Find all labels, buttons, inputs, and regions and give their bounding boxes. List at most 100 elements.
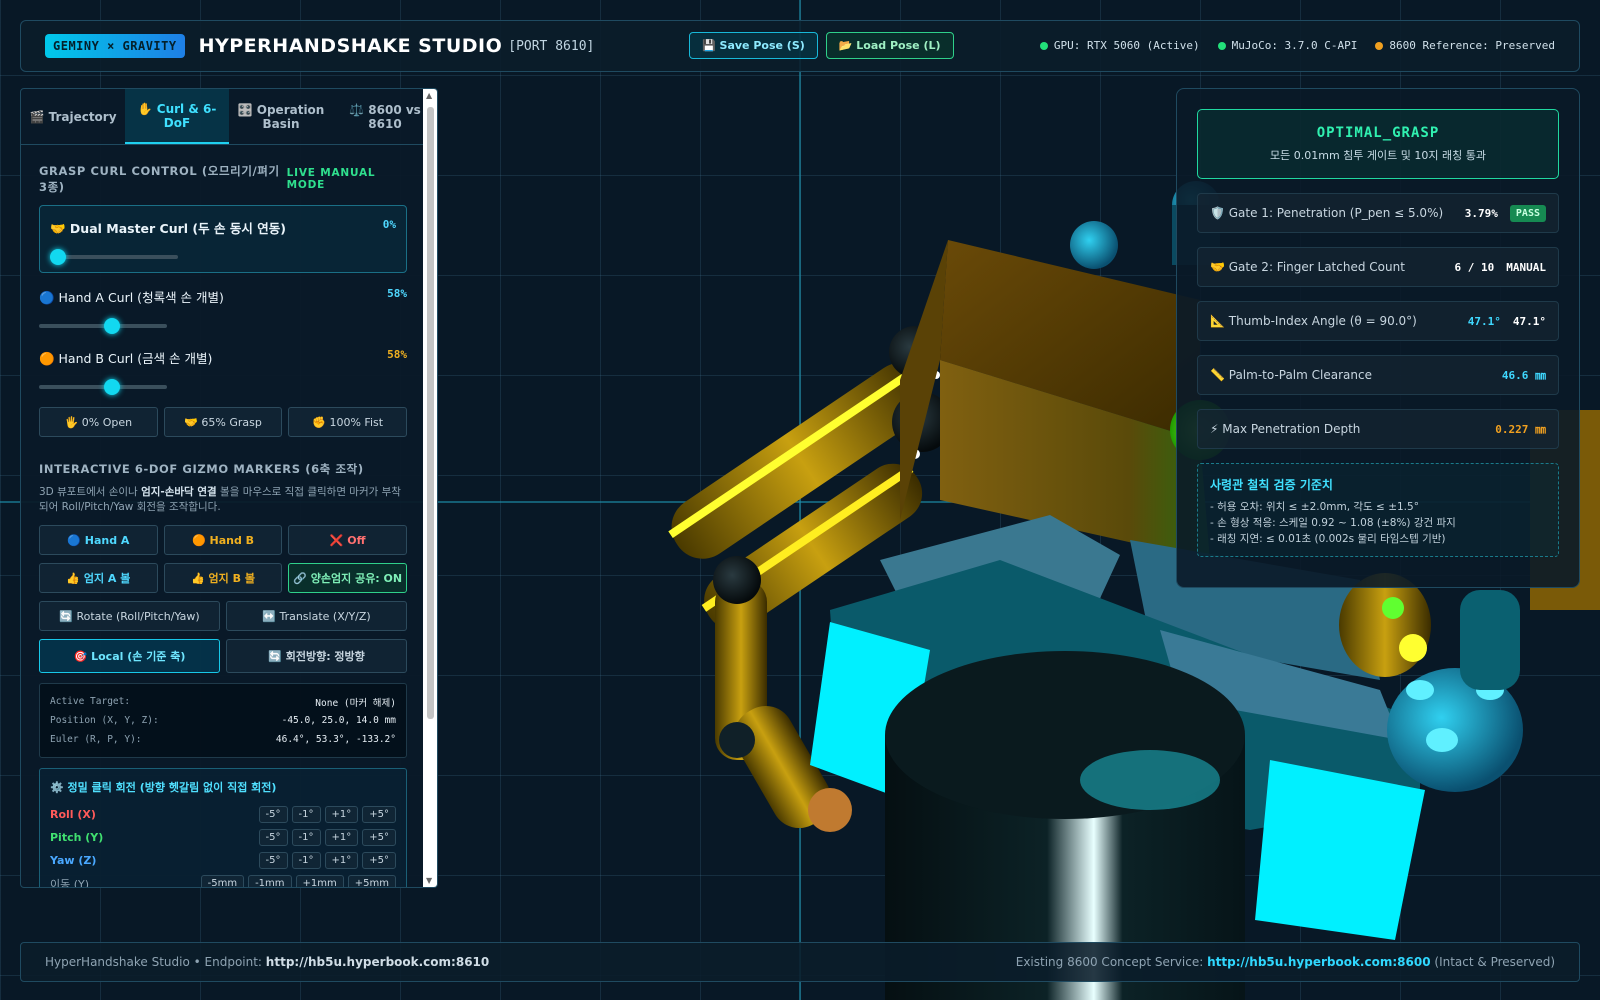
move-y-row: 이동 (Y) -5mm -1mm +1mm +5mm [50,872,396,887]
yaw-minus-5-button[interactable]: -5° [258,852,288,869]
roll-plus-1-button[interactable]: +1° [324,806,359,823]
move-plus-1mm-button[interactable]: +1mm [295,875,344,887]
roll-plus-5-button[interactable]: +5° [362,806,396,823]
status-gpu: GPU: RTX 5060 (Active) [1039,39,1200,52]
palm-clearance: 📏 Palm-to-Palm Clearance 46.6 ㎜ [1197,355,1559,395]
preset-open-button[interactable]: 🖐 0% Open [39,407,158,437]
target-hand-b-button[interactable]: 🟠 Hand B [163,525,283,555]
app-title: HYPERHANDSHAKE STUDIO [198,35,503,57]
translate-mode-button[interactable]: ↔️ Translate (X/Y/Z) [226,601,407,631]
status-reference: 8600 Reference: Preserved [1375,39,1555,52]
slider-handle[interactable] [50,249,66,265]
hand-a-curl-label: 🔵 Hand A Curl (청록색 손 개별) [39,290,224,305]
yaw-row: Yaw (Z) -5° -1° +1° +5° [50,849,396,872]
pitch-minus-5-button[interactable]: -5° [258,829,288,846]
hand-a-curl: 🔵 Hand A Curl (청록색 손 개별) 58% [39,287,407,334]
penetration-depth-value: 0.227 ㎜ [1495,423,1546,436]
roll-minus-1-button[interactable]: -1° [291,806,321,823]
top-bar: GEMINY × GRAVITY HYPERHANDSHAKE STUDIO [… [20,20,1580,72]
gizmo-axis-buttons: 🎯 Local (손 기준 축) 🔄 회전방향: 정방향 [39,639,407,673]
move-minus-5mm-button[interactable]: -5mm [200,875,245,887]
yaw-plus-5-button[interactable]: +5° [362,852,396,869]
thumb-share-toggle[interactable]: 🔗 양손엄지 공유: ON [288,563,408,593]
gizmo-section-title: INTERACTIVE 6-DOF GIZMO MARKERS (6축 조작) [39,462,364,476]
precision-rotation-box: ⚙️ 정밀 클릭 회전 (방향 헷갈림 없이 직접 회전) Roll (X) -… [39,768,407,887]
verdict-subtitle: 모든 0.01mm 침투 게이트 및 10지 래칭 통과 [1270,149,1486,162]
rotate-mode-button[interactable]: 🔄 Rotate (Roll/Pitch/Yaw) [39,601,220,631]
tab-operation-basin[interactable]: 🎛️ Operation Basin [229,89,333,144]
yaw-plus-1-button[interactable]: +1° [324,852,359,869]
slider-handle[interactable] [103,379,120,395]
scrollbar-thumb[interactable] [427,107,434,719]
target-hand-a-button[interactable]: 🔵 Hand A [39,525,158,555]
angle-value-a: 47.1° [1467,314,1501,328]
verification-criteria: 사령관 철칙 검증 기준치 - 허용 오차: 위치 ≤ ±2.0mm, 각도 ≤… [1197,463,1559,557]
target-off-button[interactable]: ❌ Off [288,525,408,555]
yaw-minus-1-button[interactable]: -1° [291,852,321,869]
dual-curl-slider[interactable] [50,249,178,265]
status-dot-icon [1217,41,1226,50]
active-target-readout: Active Target: None (마커 해제) [50,696,396,709]
pass-badge: PASS [1509,204,1546,222]
save-pose-button[interactable]: 💾 Save Pose (S) [689,32,818,59]
local-axis-button[interactable]: 🎯 Local (손 기준 축) [39,639,220,673]
grasp-verdict: OPTIMAL_GRASP 모든 0.01mm 침투 게이트 및 10지 래칭 … [1197,109,1559,179]
pitch-plus-1-button[interactable]: +1° [324,829,359,846]
hand-b-curl-value: 58% [387,348,407,361]
angle-value-b: 47.1° [1512,314,1546,328]
pitch-plus-5-button[interactable]: +5° [362,829,396,846]
brand-badge: GEMINY × GRAVITY [45,34,185,58]
dual-master-curl: 🤝 Dual Master Curl (두 손 동시 연동) 0% [39,205,407,273]
position-readout: Position (X, Y, Z): -45.0, 25.0, 14.0 mm [50,715,396,726]
tab-bar: 🎬 Trajectory ✋ Curl & 6-DoF 🎛️ Operation… [21,89,437,145]
thumb-ball-buttons: 👍 엄지 A 볼 👍 엄지 B 볼 🔗 양손엄지 공유: ON [39,563,408,593]
status-dot-icon [1039,41,1048,50]
gizmo-info-box: Active Target: None (마커 해제) Position (X, … [39,683,407,758]
thumb-b-ball-button[interactable]: 👍 엄지 B 볼 [163,563,283,593]
panel-scrollbar[interactable]: ▲ ▼ [423,89,437,887]
scroll-up-icon[interactable]: ▲ [426,91,432,100]
pitch-minus-1-button[interactable]: -1° [291,829,321,846]
hand-b-curl-slider[interactable] [39,379,167,395]
status-indicators: GPU: RTX 5060 (Active) MuJoCo: 3.7.0 C-A… [1039,39,1555,52]
reference-service-link[interactable]: http://hb5u.hyperbook.com:8600 [1207,955,1430,969]
precision-rotation-title: ⚙️ 정밀 클릭 회전 (방향 헷갈림 없이 직접 회전) [50,781,277,794]
grasp-metrics-panel: OPTIMAL_GRASP 모든 0.01mm 침투 게이트 및 10지 래칭 … [1176,88,1580,588]
scroll-down-icon[interactable]: ▼ [426,876,432,885]
penetration-value: 3.79% [1464,206,1498,220]
live-mode-tag: LIVE MANUAL MODE [286,167,376,191]
panel-scroll-area[interactable]: GRASP CURL CONTROL (오므리기/펴기 3종) LIVE MAN… [21,145,425,887]
move-minus-1mm-button[interactable]: -1mm [248,875,292,887]
thumb-a-ball-button[interactable]: 👍 엄지 A 볼 [39,563,158,593]
hand-a-curl-slider[interactable] [39,318,167,334]
app-port: [PORT 8610] [508,38,595,54]
footer: HyperHandshake Studio • Endpoint: http:/… [20,942,1580,982]
roll-minus-5-button[interactable]: -5° [258,806,288,823]
preset-fist-button[interactable]: ✊ 100% Fist [288,407,408,437]
gizmo-target-buttons: 🔵 Hand A 🟠 Hand B ❌ Off [39,525,408,555]
endpoint-link[interactable]: http://hb5u.hyperbook.com:8610 [266,955,489,969]
criteria-line: - 래칭 지연: ≤ 0.01초 (0.002s 물리 타임스텝 기반) [1210,533,1446,545]
thumb-index-angle: 📐 Thumb-Index Angle (θ = 90.0°) 47.1° 47… [1197,301,1559,341]
tab-curl-6dof[interactable]: ✋ Curl & 6-DoF [125,89,229,144]
latched-mode-value: MANUAL [1506,260,1546,274]
preset-grasp-button[interactable]: 🤝 65% Grasp [163,407,283,437]
top-actions: 💾 Save Pose (S) 📂 Load Pose (L) [689,32,954,59]
footer-reference-service: Existing 8600 Concept Service: http://hb… [1015,955,1555,969]
curl-presets: 🖐 0% Open 🤝 65% Grasp ✊ 100% Fist [39,407,408,437]
hand-b-curl: 🟠 Hand B Curl (금색 손 개별) 58% [39,348,407,395]
gate-finger-latched: 🤝 Gate 2: Finger Latched Count 6 / 10 MA… [1197,247,1559,287]
gate-penetration: 🛡️ Gate 1: Penetration (P_pen ≤ 5.0%) 3.… [1197,193,1559,233]
tab-trajectory[interactable]: 🎬 Trajectory [21,89,125,144]
footer-endpoint: HyperHandshake Studio • Endpoint: http:/… [45,955,490,969]
load-pose-button[interactable]: 📂 Load Pose (L) [825,32,954,59]
rotation-direction-button[interactable]: 🔄 회전방향: 정방향 [226,639,407,673]
tab-8600-vs-8610[interactable]: ⚖️ 8600 vs 8610 [333,89,437,144]
max-penetration-depth: ⚡ Max Penetration Depth 0.227 ㎜ [1197,409,1559,449]
dual-curl-value: 0% [382,218,396,231]
slider-handle[interactable] [103,318,120,334]
grasp-section-title: GRASP CURL CONTROL (오므리기/펴기 3종) LIVE MAN… [39,163,407,195]
move-plus-5mm-button[interactable]: +5mm [347,875,396,887]
latched-count-value: 6 / 10 [1454,260,1495,274]
gizmo-mode-buttons: 🔄 Rotate (Roll/Pitch/Yaw) ↔️ Translate (… [39,601,407,631]
